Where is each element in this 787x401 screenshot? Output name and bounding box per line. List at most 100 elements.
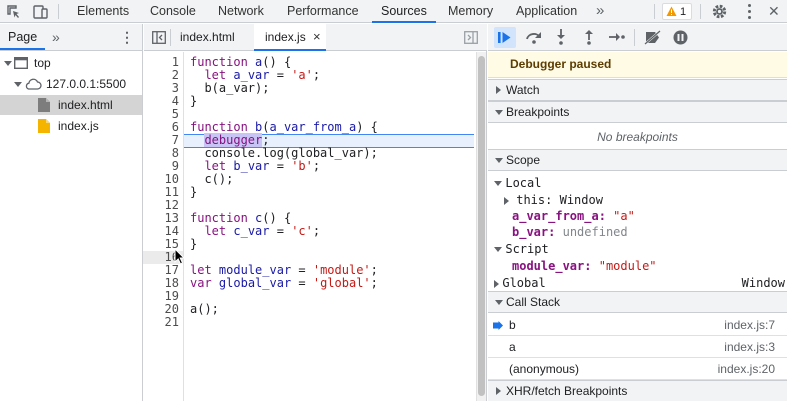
tab-elements[interactable]: Elements — [77, 0, 129, 23]
section-title: Breakpoints — [506, 105, 570, 119]
pause-on-exceptions-icon[interactable] — [673, 30, 688, 45]
cloud-icon — [25, 78, 42, 90]
warnings-counter[interactable]: 1 — [662, 3, 692, 20]
expand-arrow-icon[interactable] — [14, 82, 22, 87]
tree-item-origin[interactable]: 127.0.0.1:5500 — [0, 74, 142, 94]
tab-performance[interactable]: Performance — [287, 0, 359, 23]
tab-sources[interactable]: Sources — [372, 0, 436, 23]
editor-tab-index-html[interactable]: index.html — [180, 24, 235, 51]
js-file-icon — [38, 119, 50, 133]
scope-local[interactable]: Local — [494, 175, 541, 191]
expand-arrow-icon — [496, 86, 501, 94]
device-toolbar-icon[interactable] — [32, 3, 49, 20]
call-frame-current[interactable]: b index.js:7 — [488, 314, 787, 336]
collapse-arrow-icon — [495, 158, 503, 163]
code-line[interactable]: } — [190, 186, 197, 199]
collapse-arrow-icon — [495, 110, 503, 115]
call-frame-location[interactable]: index.js:7 — [724, 314, 775, 336]
call-frame-location[interactable]: index.js:3 — [724, 336, 775, 358]
line-number[interactable]: 21 — [143, 316, 179, 329]
tab-console[interactable]: Console — [150, 0, 196, 23]
warning-icon — [666, 6, 677, 16]
mouse-cursor-icon — [174, 248, 186, 265]
customize-menu-icon[interactable] — [748, 4, 752, 19]
step-over-icon[interactable] — [525, 31, 543, 44]
editor-tab-index-js[interactable]: index.js × — [254, 24, 326, 51]
toolbar-divider — [634, 29, 635, 46]
current-frame-arrow-icon — [493, 321, 503, 330]
tab-memory[interactable]: Memory — [448, 0, 493, 23]
step-icon[interactable] — [609, 31, 625, 43]
scope-key: b_var — [512, 225, 549, 239]
call-frame-location[interactable]: index.js:20 — [718, 358, 775, 380]
call-frame-function: a — [509, 340, 516, 354]
tree-item-index-html[interactable]: index.html — [0, 95, 142, 115]
section-call-stack[interactable]: Call Stack — [488, 291, 787, 313]
code-line[interactable]: } — [190, 238, 197, 251]
section-breakpoints[interactable]: Breakpoints — [488, 101, 787, 123]
close-tab-icon[interactable]: × — [313, 24, 321, 50]
scope-variable[interactable]: b_var: undefined — [512, 224, 628, 240]
tree-item-label: index.js — [58, 119, 99, 133]
scope-global[interactable]: Global Window — [494, 275, 785, 291]
scope-key: module_var — [512, 259, 585, 273]
tree-item-index-js[interactable]: index.js — [0, 116, 142, 136]
toolbar-divider — [700, 4, 701, 19]
code-line[interactable]: var global_var = 'global'; — [190, 277, 378, 290]
section-scope[interactable]: Scope — [488, 149, 787, 171]
code-editor-panel: index.html index.js × 1 2 3 4 5 6 7 8 9 … — [143, 24, 487, 401]
tab-network[interactable]: Network — [218, 0, 264, 23]
step-into-icon[interactable] — [555, 29, 567, 45]
tree-item-label: 127.0.0.1:5500 — [46, 77, 127, 91]
step-out-icon[interactable] — [583, 29, 595, 45]
more-tabs-button[interactable]: » — [596, 0, 604, 23]
section-xhr-breakpoints[interactable]: XHR/fetch Breakpoints — [488, 380, 787, 401]
tree-item-label: index.html — [58, 98, 113, 112]
no-breakpoints-message: No breakpoints — [597, 130, 678, 144]
scope-value: undefined — [562, 225, 628, 239]
scope-variable[interactable]: a_var_from_a: "a" — [512, 208, 635, 224]
toggle-debugger-sidebar-icon[interactable] — [464, 31, 478, 44]
resume-button[interactable] — [494, 27, 516, 48]
frame-icon — [14, 57, 28, 69]
tree-item-label: top — [34, 56, 51, 70]
scope-script[interactable]: Script — [494, 241, 549, 257]
editor-tab-strip: index.html index.js × — [144, 24, 487, 51]
code-line[interactable]: b(a_var); — [190, 82, 269, 95]
tree-item-top[interactable]: top — [0, 53, 142, 73]
debugger-paused-banner: Debugger paused — [488, 52, 787, 78]
call-frame[interactable]: a index.js:3 — [488, 336, 787, 358]
section-watch[interactable]: Watch — [488, 79, 787, 101]
editor-scrollbar[interactable] — [476, 52, 486, 401]
scope-this[interactable]: this: Window — [504, 192, 603, 208]
scope-label: Global — [502, 276, 546, 290]
scope-variable[interactable]: module_var: "module" — [512, 258, 657, 274]
expand-arrow-icon — [496, 387, 501, 395]
expand-arrow-icon[interactable] — [4, 61, 12, 66]
resume-icon — [498, 32, 511, 43]
scope-value: "module" — [598, 259, 657, 273]
scope-value: Window — [741, 276, 785, 290]
debugger-sidebar: Debugger paused Watch Breakpoints No bre… — [488, 24, 787, 401]
settings-gear-icon[interactable] — [711, 3, 728, 20]
inspect-element-icon[interactable] — [5, 3, 22, 20]
scope-value: Window — [559, 193, 603, 207]
navigator-menu-icon[interactable]: ⋮ — [120, 24, 134, 50]
section-title: Call Stack — [506, 295, 561, 309]
editor-tab-label: index.js — [265, 30, 306, 44]
close-devtools-icon[interactable]: ✕ — [768, 2, 780, 20]
tab-application[interactable]: Application — [516, 0, 577, 23]
scope-key: this — [516, 193, 546, 207]
tab-page[interactable]: Page — [0, 24, 46, 50]
code-line[interactable]: } — [190, 95, 197, 108]
call-frame-function: (anonymous) — [509, 362, 580, 376]
call-frame[interactable]: (anonymous) index.js:20 — [488, 358, 787, 380]
code-line[interactable]: let c_var = 'c'; — [190, 225, 320, 238]
collapse-arrow-icon — [494, 247, 502, 253]
editor-scrollbar-thumb[interactable] — [478, 56, 485, 396]
toggle-navigator-icon[interactable] — [152, 31, 166, 44]
line-number-gutter[interactable]: 1 2 3 4 5 6 7 8 9 10 11 12 13 14 15 16 1… — [143, 52, 184, 401]
deactivate-breakpoints-icon[interactable] — [644, 30, 662, 45]
code-line[interactable]: a(); — [190, 303, 219, 316]
navigator-more-tabs[interactable]: » — [52, 24, 60, 50]
